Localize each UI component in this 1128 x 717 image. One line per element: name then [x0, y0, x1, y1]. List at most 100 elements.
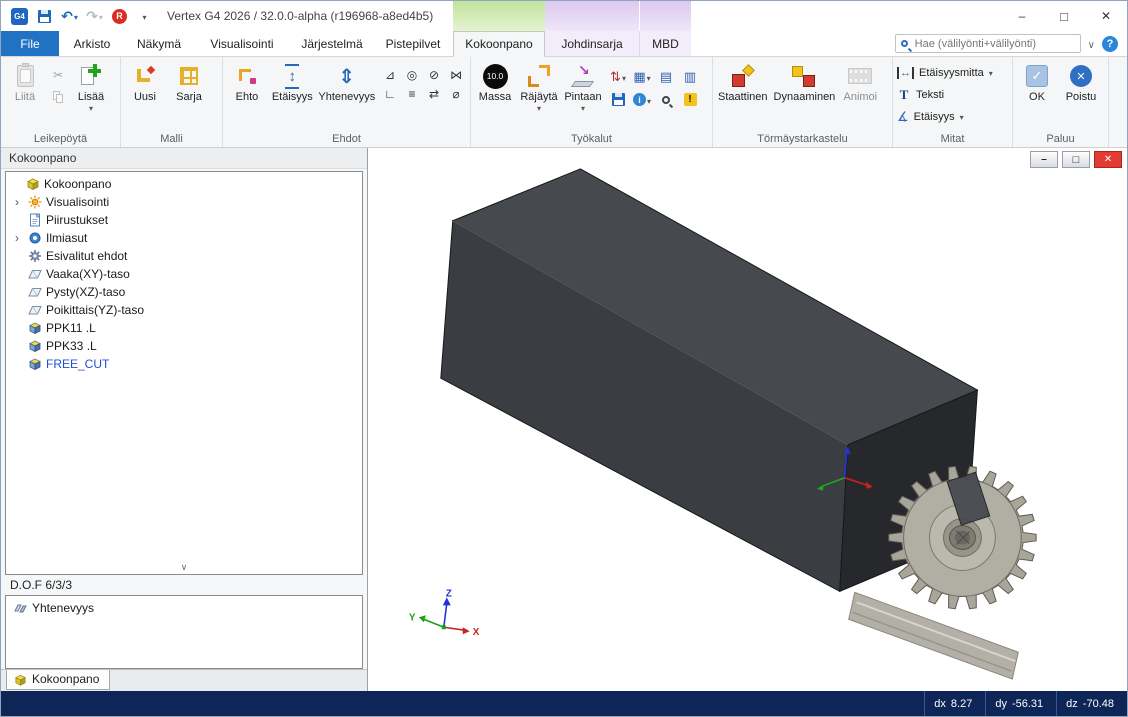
- tree-item[interactable]: FREE_CUT: [6, 355, 362, 373]
- exit-button[interactable]: Poistu: [1060, 60, 1102, 103]
- record-button[interactable]: R: [107, 4, 132, 28]
- to-surface-icon: [571, 64, 595, 89]
- static-collision-button[interactable]: Staattinen: [716, 60, 770, 103]
- search-input[interactable]: [913, 37, 1075, 51]
- panel-tab-kokoonpano[interactable]: Kokoonpano: [6, 670, 110, 690]
- explode-button[interactable]: Räjäytä: [518, 60, 560, 112]
- part-icon: [28, 339, 42, 353]
- series-button[interactable]: Sarja: [168, 60, 210, 103]
- dropdown-arrow-icon[interactable]: [581, 105, 585, 112]
- ok-button[interactable]: OK: [1016, 60, 1058, 103]
- perpendicular-constraint-icon[interactable]: ∟: [379, 84, 401, 103]
- tab-arkisto[interactable]: Arkisto: [59, 31, 125, 56]
- save-small-icon: [612, 93, 625, 106]
- tangent-constraint-icon[interactable]: ⊘: [423, 65, 445, 84]
- save-button[interactable]: [32, 4, 57, 28]
- tab-nakyma[interactable]: Näkymä: [125, 31, 193, 56]
- dropdown-arrow-icon[interactable]: [537, 105, 541, 112]
- tab-pistepilvet[interactable]: Pistepilvet: [373, 31, 453, 56]
- expander-icon[interactable]: ›: [10, 232, 24, 244]
- beam-part[interactable]: [441, 169, 978, 591]
- tree-item[interactable]: Piirustukset: [6, 211, 362, 229]
- maximize-button[interactable]: [1043, 1, 1085, 31]
- 3d-scene[interactable]: Z Y X: [368, 148, 1127, 691]
- undo-dropdown-icon[interactable]: [74, 9, 78, 23]
- tree-item[interactable]: ›Visualisointi: [6, 193, 362, 211]
- tab-file[interactable]: File: [1, 31, 59, 56]
- tree-item[interactable]: PPK11 .L: [6, 319, 362, 337]
- mass-label: Massa: [479, 92, 511, 103]
- mdi-minimize-button[interactable]: [1030, 151, 1058, 168]
- cut-button[interactable]: [48, 65, 68, 84]
- new-button[interactable]: Uusi: [124, 60, 166, 103]
- distance-label: Etäisyys: [272, 92, 313, 103]
- tree-item[interactable]: Pysty(XZ)-taso: [6, 283, 362, 301]
- renumber-button[interactable]: ⇅: [606, 65, 630, 88]
- distance-measure-button[interactable]: Etäisyysmitta: [897, 63, 993, 82]
- text-button[interactable]: Teksti: [897, 85, 944, 104]
- table-button[interactable]: ▦: [630, 65, 654, 88]
- tree-collapse-handle[interactable]: [6, 561, 362, 574]
- coincidence-constraint-button[interactable]: Yhtenevyys: [317, 60, 377, 103]
- dropdown-arrow-icon[interactable]: [960, 111, 964, 123]
- dynamic-collision-button[interactable]: Dynaaminen: [772, 60, 838, 103]
- constraint-button[interactable]: Ehto: [226, 60, 268, 103]
- close-button[interactable]: [1085, 1, 1127, 31]
- zoom-question-button[interactable]: [654, 88, 678, 111]
- tree-item[interactable]: ›Ilmiasut: [6, 229, 362, 247]
- expander-icon[interactable]: ›: [10, 196, 24, 208]
- distance-dim-button[interactable]: Etäisyys: [897, 107, 964, 126]
- dropdown-arrow-icon[interactable]: [89, 105, 93, 112]
- diameter-constraint-icon[interactable]: ⌀: [445, 84, 467, 103]
- tree-item[interactable]: Poikittais(YZ)-taso: [6, 301, 362, 319]
- compare-button[interactable]: ▤: [654, 65, 678, 88]
- tab-kokoonpano[interactable]: Kokoonpano: [453, 31, 545, 57]
- viewport-3d[interactable]: Z Y X: [368, 148, 1127, 691]
- parallel-constraint-icon[interactable]: ≡: [401, 84, 423, 103]
- coincidence-icon: [338, 64, 355, 89]
- shaft-part[interactable]: [849, 592, 1019, 679]
- swap-constraint-icon[interactable]: ⇄: [423, 84, 445, 103]
- ribbon-collapse-icon[interactable]: [1088, 37, 1095, 51]
- tab-jarjestelma[interactable]: Järjestelmä: [291, 31, 373, 56]
- constraint-label: Ehto: [236, 92, 259, 103]
- search-icon: [901, 40, 908, 47]
- dropdown-arrow-icon[interactable]: [989, 67, 993, 79]
- info-button[interactable]: [630, 88, 654, 111]
- warning-button[interactable]: [678, 88, 702, 111]
- animate-button[interactable]: Animoi: [839, 60, 881, 103]
- tab-visualisointi[interactable]: Visualisointi: [193, 31, 291, 56]
- tab-johdinsarja[interactable]: Johdinsarja: [545, 31, 639, 56]
- minimize-button[interactable]: [1001, 1, 1043, 31]
- tree-item[interactable]: Esivalitut ehdot: [6, 247, 362, 265]
- undo-button[interactable]: [57, 4, 82, 28]
- help-button[interactable]: [1102, 36, 1118, 52]
- group-label-collision: Törmäystarkastelu: [713, 132, 892, 147]
- tab-mbd[interactable]: MBD: [639, 31, 691, 56]
- tree-item[interactable]: Yhtenevyys: [6, 599, 362, 617]
- paste-button[interactable]: Liitä: [4, 60, 46, 103]
- tree-item[interactable]: Kokoonpano: [6, 175, 362, 193]
- copy-button[interactable]: [48, 88, 68, 107]
- add-part-button[interactable]: Lisää: [70, 60, 112, 112]
- visualization-icon: [28, 195, 42, 209]
- panels-button[interactable]: ▥: [678, 65, 702, 88]
- tree-item[interactable]: Vaaka(XY)-taso: [6, 265, 362, 283]
- mass-button[interactable]: 10.0 Massa: [474, 60, 516, 103]
- save-small-button[interactable]: [606, 88, 630, 111]
- group-label-model: Malli: [121, 132, 222, 147]
- to-surface-button[interactable]: Pintaan: [562, 60, 604, 112]
- mdi-restore-button[interactable]: [1062, 151, 1090, 168]
- quick-access-menu-button[interactable]: [132, 4, 157, 28]
- symmetry-constraint-icon[interactable]: ⋈: [445, 65, 467, 84]
- redo-button[interactable]: [82, 4, 107, 28]
- distance-constraint-button[interactable]: Etäisyys: [270, 60, 315, 103]
- mdi-close-button[interactable]: [1094, 151, 1122, 168]
- ribbon-group-constraints: Ehto Etäisyys Yhtenevyys ⊿ ◎ ⊘ ⋈ ∟ ≡: [223, 57, 471, 147]
- distance-dim-label: Etäisyys: [914, 111, 955, 123]
- tree-item[interactable]: PPK33 .L: [6, 337, 362, 355]
- ribbon-tab-bar: File Arkisto Näkymä Visualisointi Järjes…: [1, 31, 1127, 57]
- search-box[interactable]: [895, 34, 1081, 53]
- concentric-constraint-icon[interactable]: ◎: [401, 65, 423, 84]
- angle-constraint-icon[interactable]: ⊿: [379, 65, 401, 84]
